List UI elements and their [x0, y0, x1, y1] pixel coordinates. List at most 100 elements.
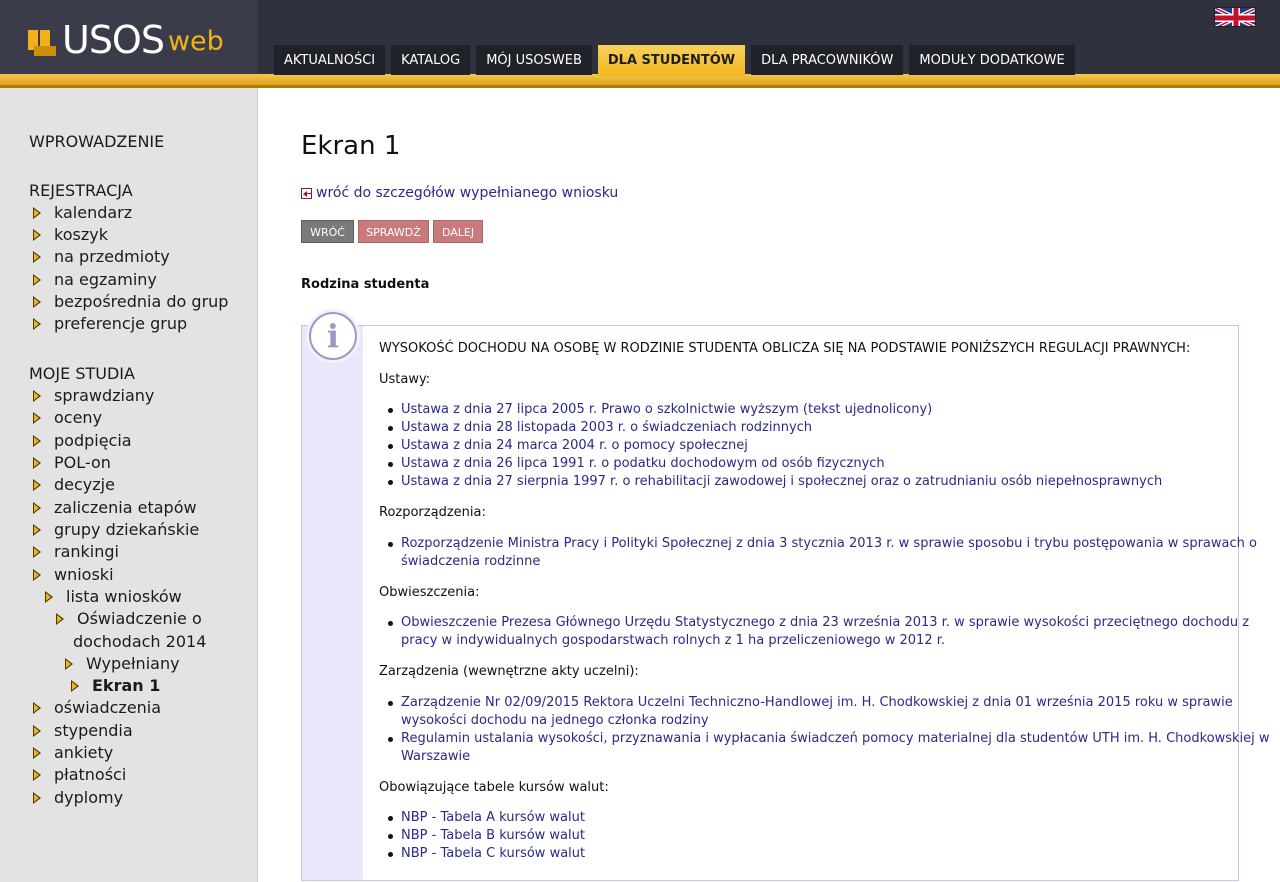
logo-text-usos: USOS [62, 18, 165, 62]
arrow-bullet-icon [33, 746, 45, 760]
logo-area: USOS web [0, 0, 258, 76]
bullet-icon [388, 852, 393, 857]
sidebar-item-label: na egzaminy [54, 270, 157, 289]
obwieszczenie-link-line2[interactable]: pracy w indywidualnych gospodarstwach ro… [401, 633, 945, 648]
arrow-bullet-icon [33, 250, 45, 264]
bullet-icon [388, 701, 393, 706]
sidebar-section-moje-studia[interactable]: MOJE STUDIA [29, 364, 135, 383]
bullet-icon [388, 834, 393, 839]
ustawa-link-1[interactable]: Ustawa z dnia 27 lipca 2005 r. Prawo o s… [401, 402, 932, 417]
sidebar-section-rejestracja[interactable]: REJESTRACJA [29, 181, 133, 200]
sidebar-item-oswiadczenia[interactable]: oświadczenia [33, 698, 161, 717]
sidebar-item-label: podpięcia [54, 431, 132, 450]
sidebar-item-wypelniany[interactable]: Wypełniany [65, 654, 180, 673]
sidebar-item-lista-wnioskow[interactable]: lista wniosków [45, 587, 182, 606]
sidebar-item-zaliczenia-etapow[interactable]: zaliczenia etapów [33, 498, 197, 517]
regulamin-link[interactable]: Regulamin ustalania wysokości, przyznawa… [401, 731, 1270, 746]
tab-dla-pracownikow[interactable]: DLA PRACOWNIKÓW [751, 45, 904, 75]
sidebar-item-ankiety[interactable]: ankiety [33, 743, 113, 762]
regulamin-link-line2[interactable]: Warszawie [401, 749, 470, 764]
sidebar-item-bezposrednia-do-grup[interactable]: bezpośrednia do grup [33, 292, 228, 311]
ustawy-label: Ustawy: [379, 372, 431, 387]
ustawa-link-4[interactable]: Ustawa z dnia 26 lipca 1991 r. o podatku… [401, 456, 885, 471]
sidebar-item-oceny[interactable]: oceny [33, 408, 102, 427]
arrow-bullet-icon [33, 434, 45, 448]
sidebar-item-label: Ekran 1 [92, 676, 161, 695]
ustawa-link-3[interactable]: Ustawa z dnia 24 marca 2004 r. o pomocy … [401, 438, 748, 453]
logo-text-web: web [167, 26, 224, 57]
sidebar-item-decyzje[interactable]: decyzje [33, 475, 115, 494]
sidebar-item-dyplomy[interactable]: dyplomy [33, 788, 123, 807]
sidebar-item-wnioski[interactable]: wnioski [33, 565, 114, 584]
sidebar-item-ekran-1[interactable]: Ekran 1 [71, 676, 160, 695]
sidebar: WPROWADZENIE REJESTRACJA kalendarz koszy… [0, 88, 258, 882]
sidebar-item-oswiadczenie[interactable]: Oświadczenie o [56, 609, 202, 628]
sidebar-item-platnosci[interactable]: płatności [33, 765, 126, 784]
sidebar-item-grupy-dziekanskie[interactable]: grupy dziekańskie [33, 520, 199, 539]
sidebar-item-label: oświadczenia [54, 698, 162, 717]
logo-mark-icon [28, 26, 60, 60]
sidebar-item-label: ankiety [54, 743, 114, 762]
main-nav: AKTUALNOŚCI KATALOG MÓJ USOSWEB DLA STUD… [274, 45, 1081, 76]
bullet-icon [388, 462, 393, 467]
check-button[interactable]: SPRAWDŹ [358, 220, 429, 243]
tab-dla-studentow[interactable]: DLA STUDENTÓW [597, 45, 746, 76]
sidebar-item-label: kalendarz [54, 203, 133, 222]
arrow-bullet-icon [33, 523, 45, 537]
sidebar-item-label: bezpośrednia do grup [54, 292, 229, 311]
sidebar-item-wprowadzenie[interactable]: WPROWADZENIE [29, 132, 164, 151]
ustawa-link-5[interactable]: Ustawa z dnia 27 sierpnia 1997 r. o reha… [401, 474, 1162, 489]
sidebar-item-na-przedmioty[interactable]: na przedmioty [33, 247, 170, 266]
zarzadzenie-link-1-line2[interactable]: wysokości dochodu na jednego członka rod… [401, 713, 709, 728]
section-title: Rodzina studenta [301, 277, 430, 292]
sidebar-item-label: zaliczenia etapów [54, 498, 197, 517]
rozporzadzenia-label: Rozporządzenia: [379, 505, 486, 520]
info-heading: WYSOKOŚĆ DOCHODU NA OSOBĘ W RODZINIE STU… [379, 341, 1191, 356]
bullet-icon [388, 542, 393, 547]
sidebar-item-sprawdziany[interactable]: sprawdziany [33, 386, 154, 405]
sidebar-item-pol-on[interactable]: POL-on [33, 453, 111, 472]
main-content: Ekran 1 wróć do szczegółów wypełnianego … [258, 88, 1280, 882]
next-button[interactable]: DALEJ [433, 220, 483, 243]
back-button[interactable]: WRÓĆ [301, 220, 354, 243]
sidebar-item-podpiecia[interactable]: podpięcia [33, 431, 132, 450]
sidebar-item-oswiadczenie-line2[interactable]: dochodach 2014 [73, 632, 206, 651]
tab-aktualnosci[interactable]: AKTUALNOŚCI [274, 45, 386, 75]
tab-moj-usosweb[interactable]: MÓJ USOSWEB [476, 45, 592, 75]
bullet-icon [388, 408, 393, 413]
nbp-tabela-a-link[interactable]: NBP - Tabela A kursów walut [401, 810, 585, 825]
sidebar-item-stypendia[interactable]: stypendia [33, 721, 133, 740]
zarzadzenie-link-1[interactable]: Zarządzenie Nr 02/09/2015 Rektora Uczeln… [401, 695, 1233, 710]
sidebar-item-preferencje-grup[interactable]: preferencje grup [33, 314, 187, 333]
bullet-icon [388, 621, 393, 626]
uk-flag-icon[interactable] [1214, 7, 1256, 27]
arrow-bullet-icon [33, 456, 45, 470]
back-link-label: wróć do szczegółów wypełnianego wniosku [316, 185, 619, 201]
sidebar-item-label: Wypełniany [86, 654, 180, 673]
sidebar-item-koszyk[interactable]: koszyk [33, 225, 108, 244]
sidebar-item-label: stypendia [54, 721, 133, 740]
arrow-bullet-icon [33, 701, 45, 715]
sidebar-item-na-egzaminy[interactable]: na egzaminy [33, 270, 157, 289]
rozporzadzenie-link[interactable]: Rozporządzenie Ministra Pracy i Polityki… [401, 536, 1257, 551]
tab-katalog[interactable]: KATALOG [391, 45, 471, 75]
sidebar-item-label: sprawdziany [54, 386, 155, 405]
sidebar-item-label: dyplomy [54, 788, 124, 807]
bullet-icon [388, 426, 393, 431]
arrow-bullet-icon [33, 206, 45, 220]
obwieszczenie-link[interactable]: Obwieszczenie Prezesa Głównego Urzędu St… [401, 615, 1249, 630]
usosweb-logo[interactable]: USOS web [28, 14, 224, 60]
rozporzadzenie-link-line2[interactable]: świadczenia rodzinne [401, 554, 540, 569]
ustawa-link-2[interactable]: Ustawa z dnia 28 listopada 2003 r. o świ… [401, 420, 812, 435]
sidebar-item-kalendarz[interactable]: kalendarz [33, 203, 132, 222]
nbp-tabela-b-link[interactable]: NBP - Tabela B kursów walut [401, 828, 585, 843]
sidebar-item-label: na przedmioty [54, 247, 170, 266]
info-icon: i [309, 312, 357, 360]
nbp-tabela-c-link[interactable]: NBP - Tabela C kursów walut [401, 846, 585, 861]
tab-moduly-dodatkowe[interactable]: MODUŁY DODATKOWE [909, 45, 1075, 75]
arrow-bullet-icon [33, 478, 45, 492]
back-to-application-link[interactable]: wróć do szczegółów wypełnianego wniosku [301, 185, 618, 201]
arrow-bullet-icon [71, 679, 83, 693]
sidebar-item-rankingi[interactable]: rankingi [33, 542, 119, 561]
sidebar-item-label: grupy dziekańskie [54, 520, 200, 539]
